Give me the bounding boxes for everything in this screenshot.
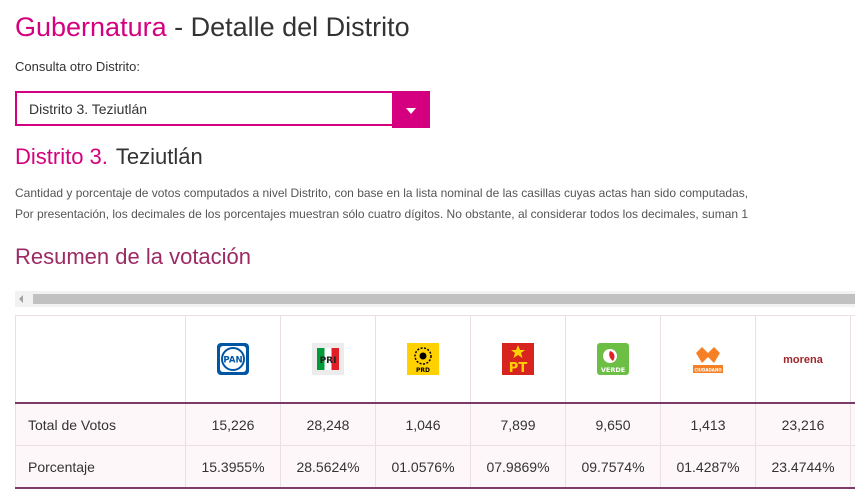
- description-line-1: Cantidad y porcentaje de votos computado…: [15, 186, 749, 200]
- percentage-overflow: [850, 445, 855, 489]
- party-cell-pan: PAN: [185, 315, 281, 404]
- svg-text:PRD: PRD: [416, 367, 430, 374]
- summary-title: Resumen de la votación: [15, 244, 252, 269]
- row-label-total-votes: Total de Votos: [15, 402, 186, 446]
- svg-text:VERDE: VERDE: [601, 366, 625, 374]
- party-cell-morena: morena: [755, 315, 851, 404]
- party-logos-row: PAN PRI PRD PT VERDE CIUDADANO morena: [15, 315, 855, 404]
- chevron-down-icon: [406, 108, 416, 114]
- party-cell-pri: PRI: [280, 315, 376, 404]
- description-line-2: Por presentación, los decimales de los p…: [15, 207, 749, 221]
- scrollbar-thumb[interactable]: [33, 294, 855, 304]
- svg-text:PT: PT: [509, 361, 528, 375]
- svg-text:PRI: PRI: [320, 356, 337, 366]
- morena-logo-icon: morena: [783, 354, 823, 367]
- district-heading: Distrito 3. Teziutlán: [15, 143, 203, 171]
- page-title-rest: - Detalle del Distrito: [166, 12, 410, 42]
- page-title-accent: Gubernatura: [15, 12, 167, 42]
- total-votes-overflow: [850, 402, 855, 446]
- svg-text:CIUDADANO: CIUDADANO: [694, 367, 722, 372]
- percentage-pri: 28.5624%: [280, 445, 376, 489]
- party-cell-prd: PRD: [375, 315, 471, 404]
- horizontal-scrollbar[interactable]: [15, 291, 855, 307]
- total-votes-pri: 28,248: [280, 402, 376, 446]
- total-votes-verde: 9,650: [565, 402, 661, 446]
- movimiento-ciudadano-logo-icon: CIUDADANO: [692, 343, 724, 375]
- vote-summary-table-container: PAN PRI PRD PT VERDE CIUDADANO morena To…: [15, 315, 855, 490]
- row-label-percentage: Porcentaje: [15, 445, 186, 489]
- pan-logo-icon: PAN: [217, 343, 249, 375]
- district-name: Teziutlán: [115, 144, 203, 169]
- party-cell-mc: CIUDADANO: [660, 315, 756, 404]
- total-votes-mc: 1,413: [660, 402, 756, 446]
- total-votes-prd: 1,046: [375, 402, 471, 446]
- district-number: Distrito 3.: [15, 144, 108, 169]
- party-cell-pt: PT: [470, 315, 566, 404]
- party-cell-verde: VERDE: [565, 315, 661, 404]
- pt-logo-icon: PT: [502, 343, 534, 376]
- vote-summary-table: PAN PRI PRD PT VERDE CIUDADANO morena To…: [15, 315, 855, 489]
- total-votes-morena: 23,216: [755, 402, 851, 446]
- svg-text:PAN: PAN: [223, 356, 242, 366]
- district-select[interactable]: Distrito 3. Teziutlán: [15, 91, 430, 128]
- scroll-left-arrow-icon[interactable]: [19, 295, 23, 303]
- page-title: Gubernatura - Detalle del Distrito: [15, 10, 410, 44]
- percentage-morena: 23.4744%: [755, 445, 851, 489]
- total-votes-pt: 7,899: [470, 402, 566, 446]
- district-select-value: Distrito 3. Teziutlán: [29, 101, 148, 117]
- pri-logo-icon: PRI: [312, 343, 344, 375]
- percentage-pan: 15.3955%: [185, 445, 281, 489]
- district-select-label: Consulta otro Distrito:: [15, 59, 140, 74]
- percentage-mc: 01.4287%: [660, 445, 756, 489]
- party-cell-overflow: [850, 315, 855, 404]
- table-row: Porcentaje 15.3955% 28.5624% 01.0576% 07…: [15, 445, 855, 489]
- description: Cantidad y porcentaje de votos computado…: [15, 183, 855, 225]
- percentage-verde: 09.7574%: [565, 445, 661, 489]
- prd-logo-icon: PRD: [407, 343, 439, 375]
- percentage-pt: 07.9869%: [470, 445, 566, 489]
- verde-logo-icon: VERDE: [597, 343, 629, 375]
- district-select-toggle[interactable]: [392, 91, 430, 128]
- percentage-prd: 01.0576%: [375, 445, 471, 489]
- table-row: Total de Votos 15,226 28,248 1,046 7,899…: [15, 402, 855, 446]
- total-votes-pan: 15,226: [185, 402, 281, 446]
- corner-cell: [15, 315, 186, 404]
